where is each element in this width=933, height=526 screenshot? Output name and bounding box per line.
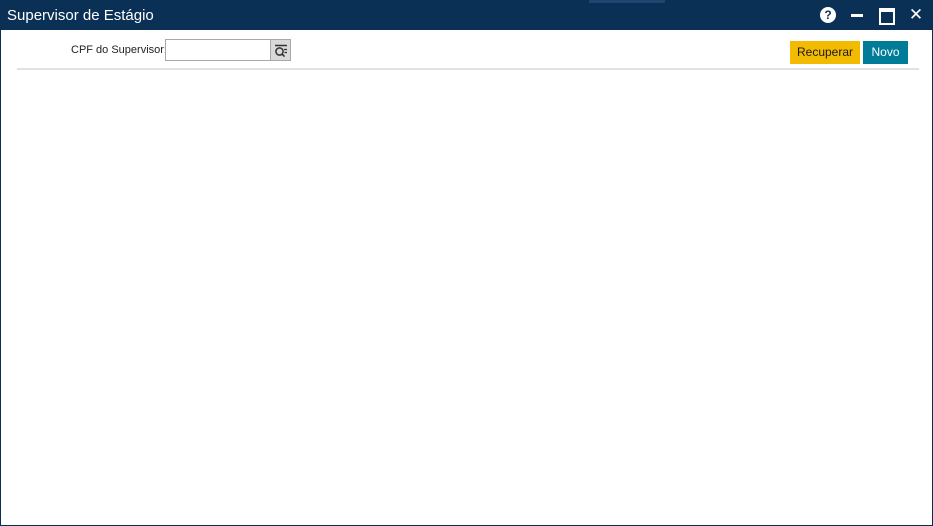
minimize-icon (851, 14, 863, 17)
minimize-button[interactable] (847, 6, 867, 26)
maximize-button[interactable] (877, 6, 897, 26)
window-title: Supervisor de Estágio (7, 7, 154, 24)
maximize-icon (879, 8, 895, 25)
title-bar-accent (589, 0, 665, 3)
close-button[interactable]: ✕ (906, 5, 926, 26)
cpf-lookup-button[interactable] (271, 39, 291, 61)
title-bar: Supervisor de Estágio ? ✕ (1, 0, 933, 30)
recuperar-button[interactable]: Recuperar (790, 41, 860, 64)
help-icon: ? (820, 7, 836, 23)
cpf-supervisor-label: CPF do Supervisor: (71, 44, 167, 56)
search-list-icon (275, 44, 287, 58)
help-button[interactable]: ? (819, 6, 839, 26)
close-icon: ✕ (908, 5, 924, 24)
header-divider (17, 68, 919, 70)
novo-button[interactable]: Novo (863, 41, 908, 64)
supervisor-window: Supervisor de Estágio ? ✕ CPF do Supervi… (0, 0, 933, 526)
cpf-supervisor-input[interactable] (165, 39, 271, 61)
